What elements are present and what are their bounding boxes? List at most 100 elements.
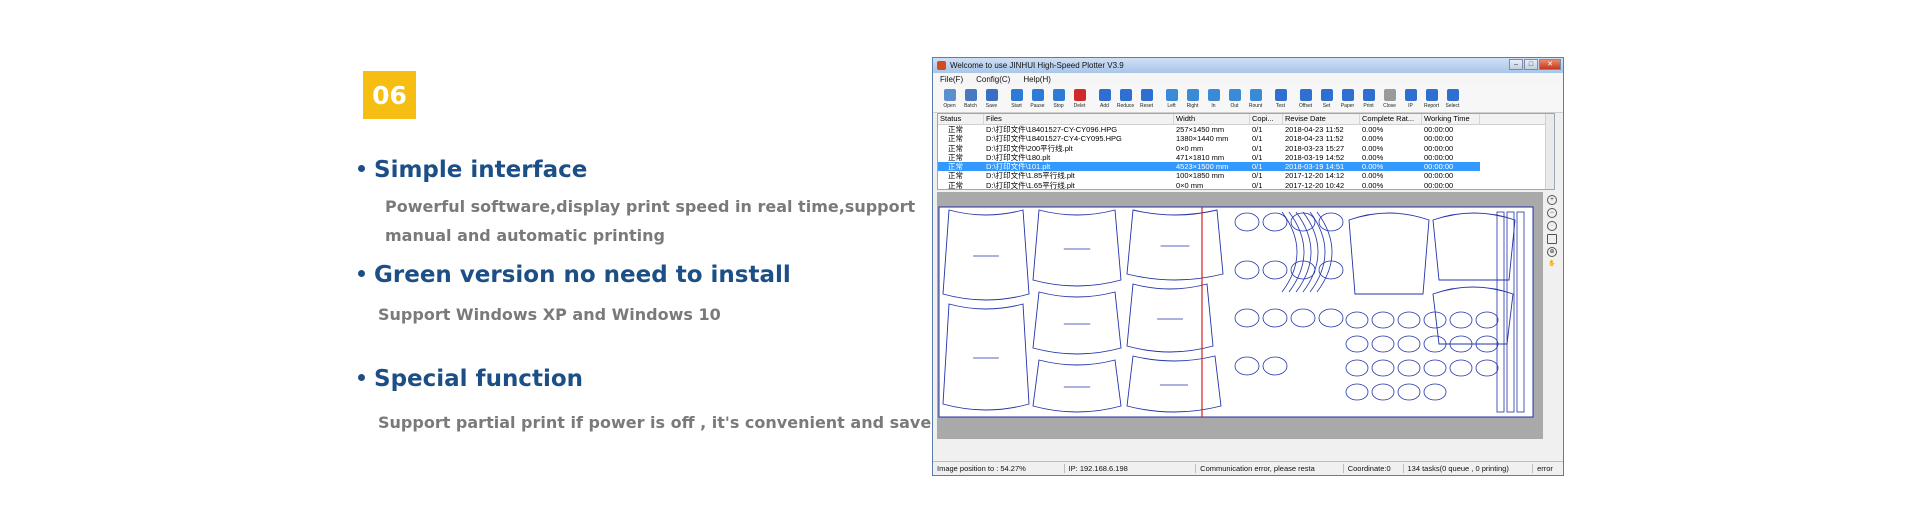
maximize-button[interactable]: □ [1524, 59, 1538, 70]
close-window-button[interactable]: ✕ [1539, 59, 1561, 70]
toolbar-button-report[interactable]: Report [1421, 88, 1442, 109]
table-cell: 2018-04-23 11:52 [1285, 125, 1344, 134]
feature-title-simple-interface: Simple interface [358, 157, 587, 183]
table-cell: 1380×1440 mm [1176, 134, 1229, 144]
delete-icon [1073, 88, 1086, 101]
toolbar-button-label: Batch [964, 102, 977, 109]
toolbar-button-left[interactable]: Left [1161, 88, 1182, 109]
toolbar-button-pause[interactable]: Pause [1027, 88, 1048, 109]
menu-help[interactable]: Help(H) [1023, 75, 1051, 84]
plot-preview-canvas[interactable] [937, 192, 1543, 439]
toolbar-button-close[interactable]: Close [1379, 88, 1400, 109]
table-cell: 0/1 [1252, 180, 1263, 190]
table-cell: 正常 [948, 134, 963, 144]
add-icon [1098, 88, 1111, 101]
feature-title-text: Green version no need to install [374, 262, 791, 288]
toolbar-button-select[interactable]: Select [1442, 88, 1463, 109]
toolbar-button-right[interactable]: Right [1182, 88, 1203, 109]
zoom-window-icon[interactable] [1547, 234, 1557, 244]
toolbar-button-delet[interactable]: Delet [1069, 88, 1090, 109]
table-cell: D:\打印文件\18401527-CY-CY096.HPG [986, 125, 1118, 134]
zoom-fit-icon[interactable]: · [1547, 221, 1557, 231]
pan-hand-icon[interactable]: ✋ [1547, 260, 1557, 270]
table-cell: 2018-03-19 14:52 [1285, 152, 1345, 162]
settings-icon [1320, 88, 1333, 101]
table-cell: 00:00:00 [1424, 171, 1454, 181]
file-list-table: Status Files Width Copi... Revise Date Comple… [937, 113, 1555, 190]
feature-title-green-version: Green version no need to install [358, 262, 791, 288]
column-header[interactable]: Width [1174, 114, 1250, 124]
toolbar-button-reduce[interactable]: Reduce [1115, 88, 1136, 109]
menu-config[interactable]: Config(C) [976, 75, 1010, 84]
status-error: error [1537, 464, 1553, 473]
feature-desc-line: Support Windows XP and Windows 10 [378, 305, 721, 324]
feature-title-text: Special function [374, 366, 583, 392]
table-cell: 2017-12-20 10:42 [1285, 180, 1345, 190]
table-cell: 正常 [948, 125, 963, 134]
toolbar-button-label: Paper [1340, 102, 1355, 109]
toolbar-button-set[interactable]: Set [1316, 88, 1337, 109]
toolbar-button-rount[interactable]: Rount [1245, 88, 1266, 109]
toolbar-button-label: Open [943, 102, 956, 109]
save-icon [985, 88, 998, 101]
table-cell: 正常 [948, 180, 963, 190]
table-row[interactable]: 正常 D:\打印文件\180.plt 471×1810 mm 0/1 2018-03-1… [938, 153, 1554, 162]
toolbar-button-reset[interactable]: Reset [1136, 88, 1157, 109]
table-row[interactable]: 正常 D:\打印文件\200平行线.plt 0×0 mm 0/1 2018-03-23 … [938, 144, 1554, 153]
toolbar-button-label: Stop [1053, 102, 1064, 109]
toolbar-button-stop[interactable]: Stop [1048, 88, 1069, 109]
table-cell: 0/1 [1252, 171, 1263, 181]
table-cell: 4523×1500 mm [1174, 162, 1250, 172]
table-row[interactable]: 正常 D:\打印文件\18401527-CY-CY096.HPG 257×1450 … [938, 125, 1554, 134]
toolbar-button-paper[interactable]: Paper [1337, 88, 1358, 109]
center-icon[interactable]: ⊕ [1547, 247, 1557, 257]
report-icon [1425, 88, 1438, 101]
table-cell: 00:00:00 [1424, 125, 1454, 134]
column-header[interactable]: Working Time [1422, 114, 1480, 124]
column-header[interactable]: Status [938, 114, 984, 124]
table-cell: 0/1 [1252, 143, 1263, 153]
toolbar-button-add[interactable]: Add [1094, 88, 1115, 109]
toolbar-button-open[interactable]: Open [939, 88, 960, 109]
zoom-out-icon[interactable]: − [1547, 208, 1557, 218]
reset-icon [1140, 88, 1153, 101]
minimize-button[interactable]: – [1509, 59, 1523, 70]
menu-file[interactable]: File(F) [940, 75, 963, 84]
toolbar-button-label: Reduce [1116, 102, 1135, 109]
table-row[interactable]: 正常 D:\打印文件\1.85平行线.plt 100×1850 mm 0/1 2017-… [938, 171, 1554, 180]
toolbar-button-offset[interactable]: Offset [1295, 88, 1316, 109]
zoom-in-icon[interactable]: + [1547, 195, 1557, 205]
feature-desc-line: Support partial print if power is off , … [378, 413, 975, 432]
table-cell: 471×1810 mm [1176, 152, 1225, 162]
toolbar-button-batch[interactable]: Batch [960, 88, 981, 109]
table-cell: D:\打印文件\200平行线.plt [986, 143, 1073, 153]
table-header: Status Files Width Copi... Revise Date Comple… [938, 114, 1554, 125]
toolbar-button-save[interactable]: Save [981, 88, 1002, 109]
toolbar-button-start[interactable]: Start [1006, 88, 1027, 109]
table-row[interactable]: 正常 D:\打印文件\18401527-CY4-CY095.HPG 1380×144… [938, 134, 1554, 143]
bullet-icon [358, 270, 365, 277]
table-row[interactable]: 正常 D:\打印文件\101.plt 4523×1500 mm 0/1 2018-03-… [938, 162, 1554, 172]
toolbar-button-label: Rount [1248, 102, 1263, 109]
toolbar-button-out[interactable]: Out [1224, 88, 1245, 109]
table-cell: 0/1 [1252, 134, 1263, 144]
toolbar-button-ip[interactable]: IP [1400, 88, 1421, 109]
table-row[interactable]: 正常 D:\打印文件\1.65平行线.plt 0×0 mm 0/1 2017-12-20… [938, 180, 1554, 190]
table-cell: 00:00:00 [1424, 134, 1454, 144]
toolbar-button-in[interactable]: In [1203, 88, 1224, 109]
column-header[interactable]: Files [984, 114, 1174, 124]
toolbar-button-print[interactable]: Print [1358, 88, 1379, 109]
close-icon [1383, 88, 1396, 101]
stop-icon [1052, 88, 1065, 101]
step-number-badge: 06 [363, 71, 416, 119]
column-header[interactable]: Revise Date [1283, 114, 1360, 124]
list-scrollbar[interactable] [1545, 114, 1554, 189]
zoom-tools: + − · ⊕ ✋ [1545, 192, 1559, 442]
table-cell: 0×0 mm [1176, 180, 1204, 190]
toolbar-button-test[interactable]: Test [1270, 88, 1291, 109]
table-cell: 2018-03-23 15:27 [1285, 143, 1345, 153]
toolbar-button-label: Right [1186, 102, 1199, 109]
test-icon [1274, 88, 1287, 101]
column-header[interactable]: Copi... [1250, 114, 1283, 124]
column-header[interactable]: Complete Rat... [1360, 114, 1422, 124]
